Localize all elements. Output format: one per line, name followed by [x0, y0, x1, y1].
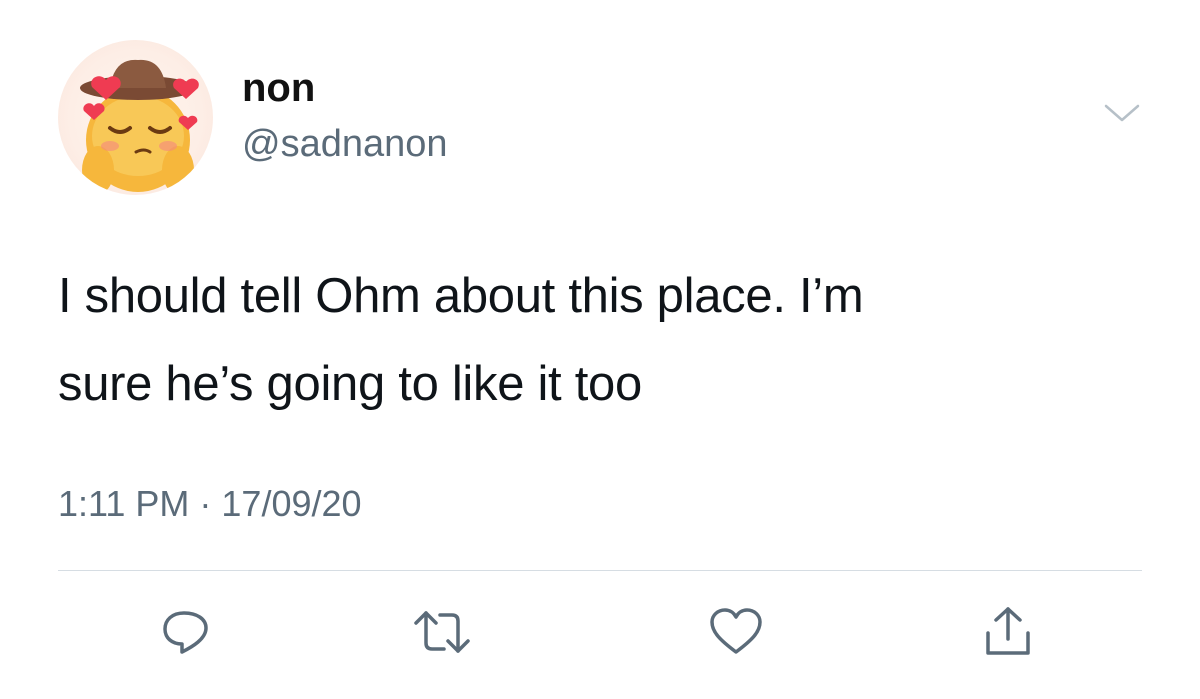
heart-icon: [710, 608, 762, 654]
tweet-timestamp[interactable]: 1:11 PM · 17/09/20: [58, 482, 362, 526]
share-button[interactable]: [978, 604, 1038, 660]
chevron-down-icon[interactable]: [1100, 98, 1144, 128]
separator-dot: ·: [199, 483, 212, 524]
tweet-date: 17/09/20: [221, 483, 362, 524]
divider: [58, 570, 1142, 571]
reply-button[interactable]: [156, 604, 216, 660]
share-icon: [986, 607, 1030, 655]
tweet-text-line: I should tell Ohm about this place. I’m: [58, 269, 864, 323]
avatar[interactable]: [58, 40, 213, 195]
user-handle[interactable]: @sadnanon: [242, 121, 448, 167]
display-name[interactable]: non: [242, 64, 315, 112]
blushing-face-with-hearts-icon: [80, 59, 199, 194]
tweet-text: I should tell Ohm about this place. I’m …: [58, 252, 1158, 428]
retweet-button[interactable]: [412, 604, 472, 660]
tweet-time: 1:11 PM: [58, 483, 190, 524]
retweet-icon: [414, 611, 470, 653]
reply-bubble-icon: [163, 611, 208, 654]
like-button[interactable]: [706, 604, 766, 660]
tweet-text-line: sure he’s going to like it too: [58, 357, 642, 411]
